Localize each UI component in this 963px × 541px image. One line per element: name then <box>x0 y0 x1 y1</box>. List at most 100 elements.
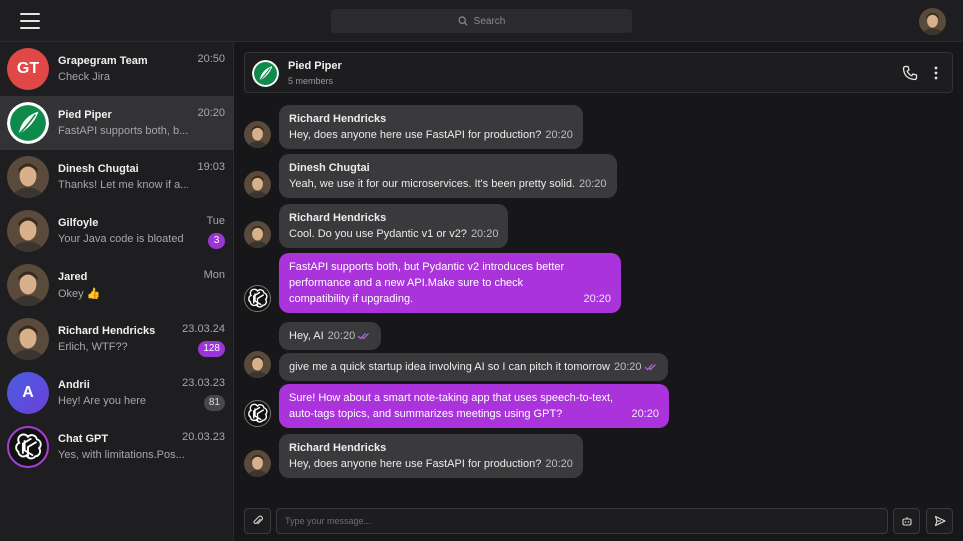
avatar: A <box>7 372 49 414</box>
paperclip-icon <box>252 515 263 525</box>
message-text: Cool. Do you use Pydantic v1 or v2? <box>289 228 467 240</box>
chat-item-richard-hendricks[interactable]: Richard Hendricks Erlich, WTF?? 23.03.24… <box>0 312 234 366</box>
message-text-line: auto-tags topics, and summarizes meeting… <box>289 408 659 420</box>
chat-preview: FastAPI supports both, b... <box>58 125 188 137</box>
search-input[interactable]: Search <box>331 9 632 33</box>
openai-logo-icon <box>244 285 271 312</box>
avatar <box>244 450 271 477</box>
chat-preview: Okey 👍 <box>58 288 101 300</box>
avatar <box>7 210 49 252</box>
pied-piper-logo-icon <box>7 102 49 144</box>
openai-logo-icon <box>7 426 49 468</box>
chat-name: Jared <box>58 271 88 283</box>
message-sender: Dinesh Chugtai <box>289 162 370 174</box>
user-avatar[interactable] <box>919 8 946 35</box>
chat-item-jared[interactable]: Jared Okey 👍 Mon <box>0 258 234 312</box>
unread-badge: 128 <box>198 341 225 357</box>
chat-item-grapegram-team[interactable]: GT Grapegram Team Check Jira 20:50 <box>0 42 234 96</box>
chat-time: 23.03.23 <box>182 377 225 389</box>
message-bubble: Richard Hendricks Hey, does anyone here … <box>279 434 583 478</box>
message-bubble: Richard Hendricks Cool. Do you use Pydan… <box>279 204 509 248</box>
message-time: 20:20 <box>579 178 607 190</box>
double-check-icon <box>357 333 370 340</box>
avatar: GT <box>7 48 49 90</box>
own-message-bubble: give me a quick startup idea involving A… <box>279 353 668 381</box>
search-icon <box>458 16 468 26</box>
chat-time: 20.03.23 <box>182 431 225 443</box>
chat-preview: Thanks! Let me know if a... <box>58 179 188 191</box>
chat-item-andrii[interactable]: A Andrii Hey! Are you here 23.03.23 81 <box>0 366 234 420</box>
message-text: Hey, does anyone here use FastAPI for pr… <box>289 129 542 141</box>
message-text: Hey, AI <box>289 330 324 342</box>
openai-logo-icon <box>244 400 271 427</box>
chat-time: 19:03 <box>197 161 225 173</box>
attach-button[interactable] <box>244 508 271 534</box>
message-time: 20:20 <box>545 458 573 470</box>
message-time: 20:20 <box>470 228 499 240</box>
chat-name: Richard Hendricks <box>58 325 156 337</box>
avatar <box>7 156 49 198</box>
menu-icon[interactable] <box>20 13 40 29</box>
chat-name: Dinesh Chugtai <box>58 163 139 175</box>
message-time: 20:20 <box>327 330 356 342</box>
message-text: give me a quick startup idea involving A… <box>289 361 610 373</box>
chat-item-gilfoyle[interactable]: Gilfoyle Your Java code is bloated Tue 3 <box>0 204 234 258</box>
own-message-bubble: Hey, AI 20:20 <box>279 322 382 350</box>
send-icon <box>934 515 946 527</box>
more-options-icon[interactable] <box>931 65 941 81</box>
message-text-line: FastAPI supports both, but Pydantic v2 i… <box>289 261 565 273</box>
message-sender: Richard Hendricks <box>289 212 387 224</box>
message-text: Hey, does anyone here use FastAPI for pr… <box>289 458 542 470</box>
message-text-line: compatibility if upgrading. 20:20 <box>289 293 611 305</box>
message-sender: Richard Hendricks <box>289 113 387 125</box>
unread-badge: 3 <box>208 233 225 249</box>
chat-item-pied-piper[interactable]: Pied Piper FastAPI supports both, b... 2… <box>0 96 234 150</box>
chat-item-chat-gpt[interactable]: Chat GPT Yes, with limitations.Pos... 20… <box>0 420 234 474</box>
message-text-line: Sure! How about a smart note-taking app … <box>289 392 614 404</box>
avatar <box>7 264 49 306</box>
chat-time: Mon <box>203 269 225 281</box>
avatar <box>244 351 271 378</box>
chat-preview: Yes, with limitations.Pos... <box>58 449 185 461</box>
chat-name: Pied Piper <box>58 109 112 121</box>
chat-list: GT Grapegram Team Check Jira 20:50 Pied … <box>0 42 234 541</box>
message-time: 20:20 <box>545 129 573 141</box>
chat-panel: Pied Piper 5 members Richard Hendricks H… <box>234 42 963 541</box>
chat-time: 20:50 <box>197 53 225 65</box>
chat-preview: Check Jira <box>58 71 110 83</box>
message-bubble: Richard Hendricks Hey, does anyone here … <box>279 105 583 149</box>
chat-name: Gilfoyle <box>58 217 99 229</box>
ai-message-bubble: FastAPI supports both, but Pydantic v2 i… <box>279 253 621 313</box>
chat-name: Andrii <box>58 379 90 391</box>
phone-icon[interactable] <box>902 65 918 81</box>
message-text: Yeah, we use it for our microservices. I… <box>289 178 575 190</box>
avatar <box>244 221 271 248</box>
message-sender: Richard Hendricks <box>289 442 387 454</box>
message-time: 20:20 <box>583 293 611 305</box>
chat-title: Pied Piper <box>288 60 342 72</box>
chat-preview: Hey! Are you here <box>58 395 147 407</box>
search-placeholder: Search <box>473 15 506 27</box>
message-time: 20:20 <box>614 361 642 373</box>
chat-time: 23.03.24 <box>182 323 225 335</box>
message-text-line: performance and a new API.Make sure to c… <box>289 277 524 289</box>
avatar <box>7 318 49 360</box>
chat-name: Chat GPT <box>58 433 109 445</box>
chat-time: Tue <box>206 215 225 227</box>
chat-header: Pied Piper 5 members <box>244 52 953 93</box>
message-bubble: Dinesh Chugtai Yeah, we use it for our m… <box>279 154 617 198</box>
top-bar: Search <box>0 0 963 42</box>
message-time: 20:20 <box>631 408 659 420</box>
double-check-icon <box>644 364 656 371</box>
chat-preview: Erlich, WTF?? <box>58 341 128 353</box>
pied-piper-logo-icon <box>252 60 279 87</box>
chat-name: Grapegram Team <box>58 55 148 67</box>
message-input[interactable] <box>276 508 888 534</box>
bot-button[interactable] <box>893 508 920 534</box>
chat-item-dinesh-chugtai[interactable]: Dinesh Chugtai Thanks! Let me know if a.… <box>0 150 234 204</box>
ai-message-bubble: Sure! How about a smart note-taking app … <box>279 384 669 428</box>
send-button[interactable] <box>926 508 953 534</box>
chat-preview: Your Java code is bloated <box>58 233 184 245</box>
robot-icon <box>901 517 912 526</box>
unread-badge: 81 <box>203 395 225 411</box>
